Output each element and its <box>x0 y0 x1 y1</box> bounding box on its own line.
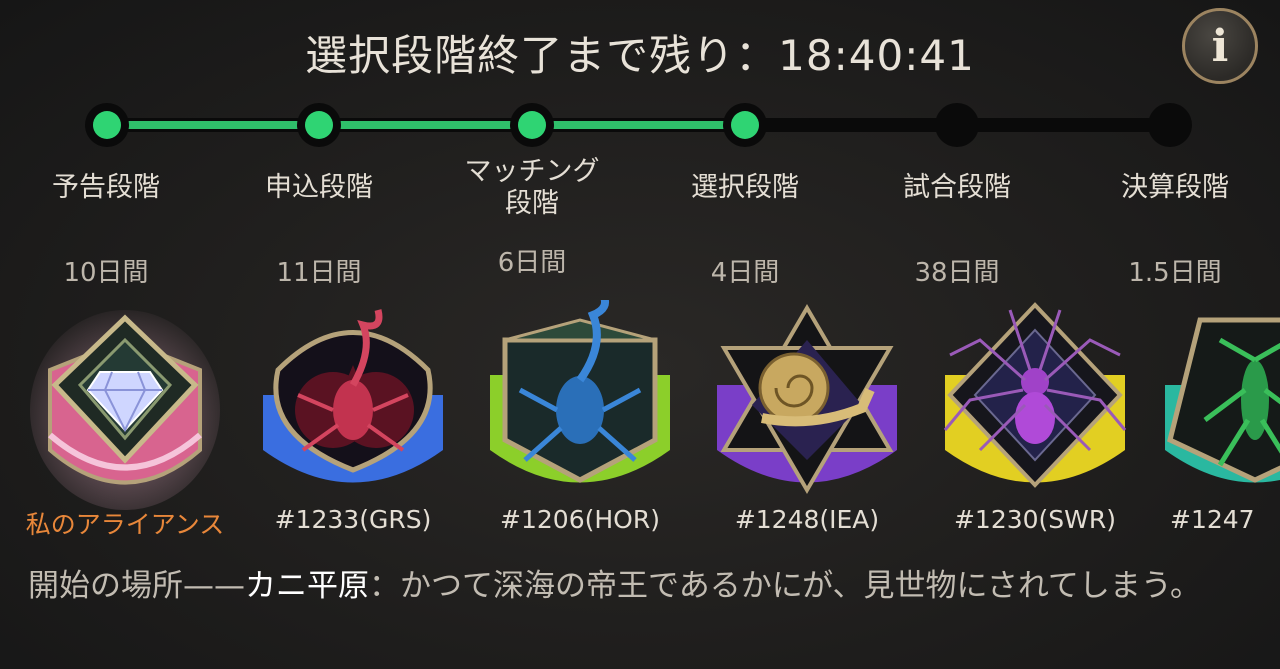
phase-duration: 11日間 <box>276 258 362 288</box>
phase-node <box>297 103 341 147</box>
scorpion-icon <box>263 309 443 483</box>
phase-duration: 1.5日間 <box>1128 258 1222 288</box>
snail-icon <box>717 304 897 494</box>
phase-node <box>1148 103 1192 147</box>
alliance-badge[interactable] <box>712 300 902 510</box>
phase-label: 選択段階 <box>691 172 799 203</box>
phase-progress-track <box>0 0 1280 160</box>
description-text: ：かつて深海の帝王であるかにが、見世物にされてしまう。 <box>369 568 1202 604</box>
alliance-name: #1248(IEA) <box>734 505 880 534</box>
alliance-name: #1247 <box>1170 505 1255 534</box>
phase-duration: 10日間 <box>63 258 149 288</box>
phase-label: 申込段階 <box>265 172 373 203</box>
phase-label: 予告段階 <box>52 172 160 203</box>
phase-preannounce: 予告段階 10日間 <box>6 172 206 288</box>
phase-node <box>510 103 554 147</box>
phase-application: 申込段階 11日間 <box>219 172 419 288</box>
scorpion-icon <box>490 293 670 483</box>
phase-matching: マッチング 段階 6日間 <box>432 156 632 278</box>
phase-label: マッチング 段階 <box>464 156 600 220</box>
alliance-badge[interactable] <box>940 300 1130 510</box>
phase-label: 決算段階 <box>1121 172 1229 203</box>
phase-duration: 4日間 <box>710 258 780 288</box>
spider-icon <box>943 302 1127 488</box>
diamond-icon <box>30 310 220 510</box>
alliance-badge[interactable] <box>1160 300 1280 510</box>
alliance-name: #1230(SWR) <box>953 505 1117 534</box>
alliance-name: #1233(GRS) <box>274 505 432 534</box>
start-location-description: 開始の場所——カニ平原：かつて深海の帝王であるかにが、見世物にされてしまう。 <box>28 564 1248 609</box>
alliance-name: #1206(HOR) <box>500 505 660 534</box>
alliance-badge-mine[interactable] <box>30 300 220 510</box>
progress-bar-fill <box>92 121 745 129</box>
alliance-badge[interactable] <box>485 293 675 510</box>
start-location-name: カニ平原 <box>245 568 369 604</box>
phase-label: 試合段階 <box>903 172 1011 203</box>
phase-node <box>723 103 767 147</box>
phase-selection: 選択段階 4日間 <box>645 172 845 288</box>
phase-node <box>935 103 979 147</box>
mantis-icon <box>1165 317 1280 483</box>
phase-node <box>85 103 129 147</box>
phase-match: 試合段階 38日間 <box>857 172 1057 288</box>
alliance-badge[interactable] <box>258 300 448 510</box>
alliance-name: 私のアライアンス <box>25 510 225 539</box>
phase-settlement: 決算段階 1.5日間 <box>1075 172 1275 288</box>
phase-duration: 6日間 <box>497 248 567 278</box>
phase-duration: 38日間 <box>914 258 1000 288</box>
description-prefix: 開始の場所—— <box>28 568 245 604</box>
